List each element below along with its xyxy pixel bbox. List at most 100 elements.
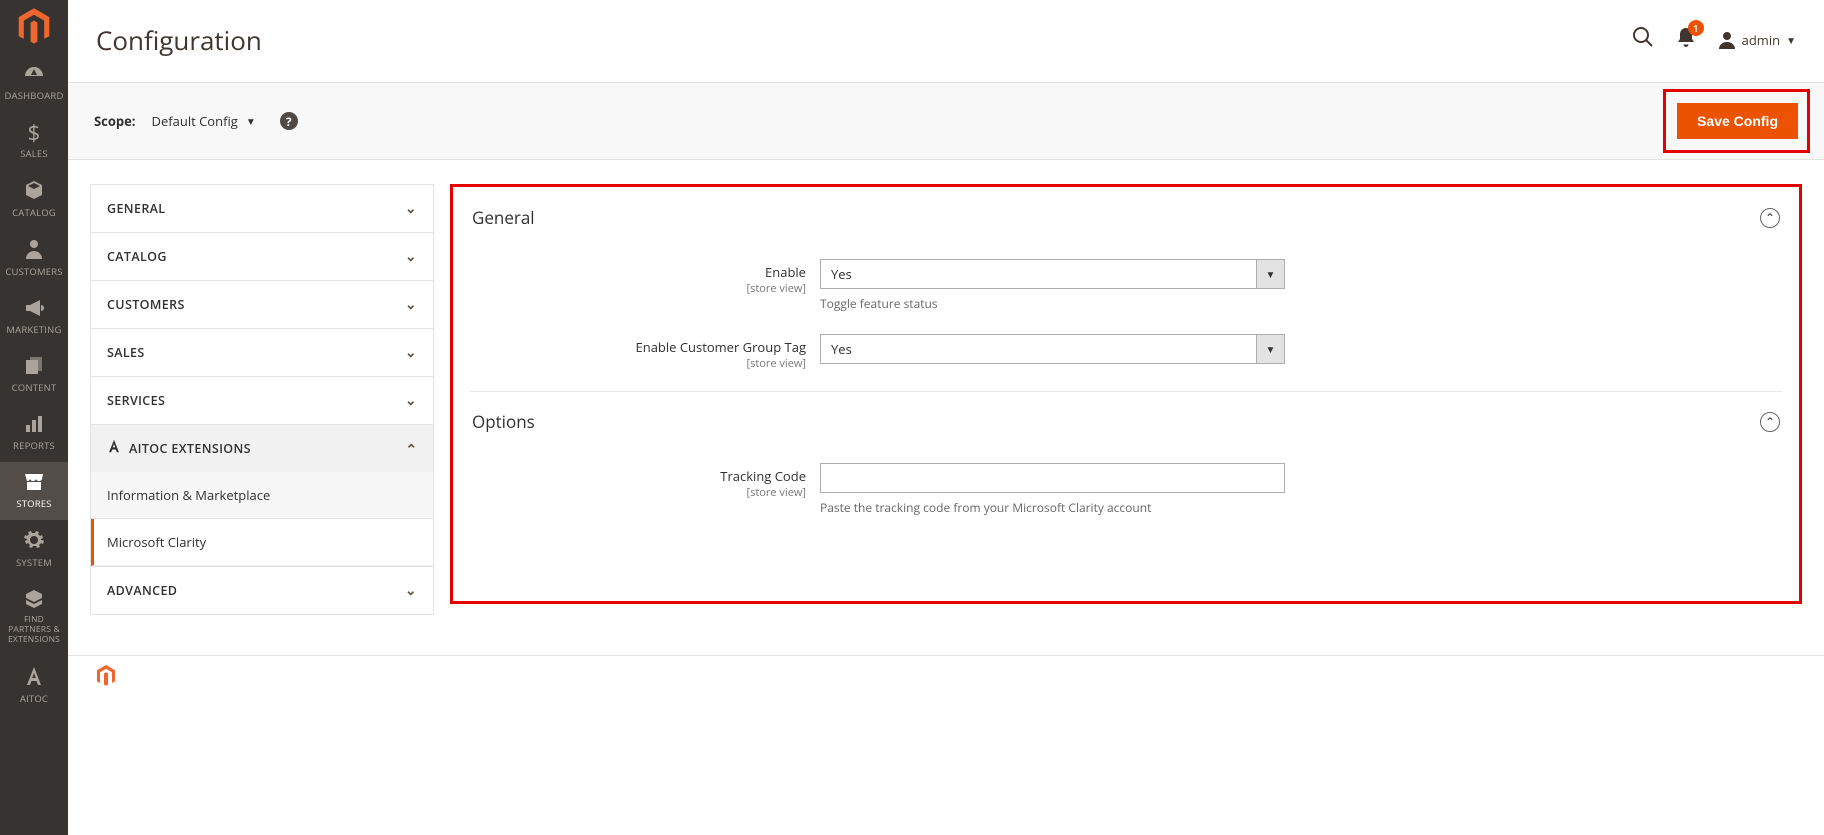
nav-label: REPORTS: [13, 439, 55, 452]
nav-label: SALES: [20, 147, 48, 160]
select-value: Yes: [831, 265, 852, 283]
chevron-down-icon: ⌄: [405, 581, 417, 600]
section-label: AITOC EXTENSIONS: [129, 440, 251, 457]
scope-label: Scope:: [94, 112, 136, 130]
nav-customers[interactable]: CUSTOMERS: [0, 229, 68, 288]
customer-group-select[interactable]: Yes ▼: [820, 334, 1285, 364]
search-icon[interactable]: [1632, 26, 1654, 54]
box-icon: [24, 180, 44, 203]
field-note: Paste the tracking code from your Micros…: [820, 499, 1285, 516]
tracking-code-input[interactable]: [820, 463, 1285, 493]
partners-icon: [24, 589, 44, 612]
nav-system[interactable]: SYSTEM: [0, 520, 68, 579]
person-icon: [25, 239, 43, 262]
field-row-enable: Enable [store view] Yes ▼ Toggle feature…: [470, 259, 1782, 312]
fieldset-title: Options: [472, 410, 535, 433]
page-header: Configuration 1 admin ▼: [68, 0, 1824, 82]
store-icon: [24, 472, 44, 494]
chevron-up-icon: ⌄: [405, 439, 417, 458]
field-note: Toggle feature status: [820, 295, 1285, 312]
nav-label: CATALOG: [12, 206, 56, 219]
nav-label: SYSTEM: [16, 556, 52, 569]
field-scope: [store view]: [470, 485, 806, 500]
caret-down-icon: ▼: [1786, 33, 1796, 47]
notifications-icon[interactable]: 1: [1676, 26, 1696, 54]
scope-value: Default Config: [152, 112, 238, 130]
enable-select[interactable]: Yes ▼: [820, 259, 1285, 289]
select-value: Yes: [831, 340, 852, 358]
section-label: GENERAL: [107, 200, 165, 217]
field-label: Enable: [765, 263, 806, 281]
tab-general[interactable]: GENERAL ⌄: [91, 185, 433, 233]
field-scope: [store view]: [470, 356, 806, 371]
chevron-down-icon: ⌄: [405, 247, 417, 266]
collapse-up-icon: ⌃: [1760, 208, 1780, 228]
nav-dashboard[interactable]: DASHBOARD: [0, 54, 68, 112]
section-label: SERVICES: [107, 392, 165, 409]
field-row-customer-group: Enable Customer Group Tag [store view] Y…: [470, 334, 1782, 371]
nav-sales[interactable]: $ SALES: [0, 112, 68, 170]
config-panel: General ⌃ Enable [store view] Yes ▼: [450, 184, 1802, 604]
field-label: Enable Customer Group Tag: [636, 338, 807, 356]
nav-catalog[interactable]: CATALOG: [0, 170, 68, 229]
field-label: Tracking Code: [720, 467, 806, 485]
header-actions: 1 admin ▼: [1632, 26, 1796, 54]
nav-label: STORES: [16, 497, 51, 510]
user-name: admin: [1742, 31, 1780, 49]
magento-logo-icon: [17, 8, 51, 46]
page-title: Configuration: [96, 22, 262, 58]
fieldset-options-header[interactable]: Options ⌃: [470, 398, 1782, 445]
page-footer: [68, 655, 1824, 696]
nav-content[interactable]: CONTENT: [0, 346, 68, 404]
section-label: ADVANCED: [107, 582, 177, 599]
dollar-icon: $: [28, 122, 41, 144]
caret-down-icon: ▼: [246, 114, 256, 128]
fieldset-general-header[interactable]: General ⌃: [470, 194, 1782, 241]
subtab-information-marketplace[interactable]: Information & Marketplace: [91, 472, 433, 519]
tab-aitoc-extensions[interactable]: AITOC EXTENSIONS ⌄ Information & Marketp…: [91, 425, 433, 567]
tab-advanced[interactable]: ADVANCED ⌄: [91, 567, 433, 614]
nav-stores[interactable]: STORES: [0, 462, 68, 520]
chevron-down-icon: ⌄: [405, 343, 417, 362]
dropdown-toggle-icon: ▼: [1256, 260, 1284, 288]
notification-badge: 1: [1688, 20, 1704, 36]
save-config-button[interactable]: Save Config: [1677, 103, 1798, 139]
nav-label: FIND PARTNERS & EXTENSIONS: [2, 615, 66, 646]
help-tooltip-icon[interactable]: ?: [280, 112, 298, 130]
chevron-down-icon: ⌄: [405, 199, 417, 218]
nav-label: CUSTOMERS: [5, 265, 62, 278]
magento-logo-icon: [96, 665, 116, 687]
chevron-down-icon: ⌄: [405, 391, 417, 410]
section-label: CUSTOMERS: [107, 296, 185, 313]
nav-partners[interactable]: FIND PARTNERS & EXTENSIONS: [0, 579, 68, 656]
collapse-up-icon: ⌃: [1760, 412, 1780, 432]
user-menu[interactable]: admin ▼: [1718, 31, 1796, 49]
nav-aitoc[interactable]: AITOC: [0, 656, 68, 715]
section-label: CATALOG: [107, 248, 167, 265]
nav-label: CONTENT: [12, 381, 57, 394]
tab-services[interactable]: SERVICES ⌄: [91, 377, 433, 425]
aitoc-icon: [25, 666, 43, 689]
gear-icon: [24, 530, 44, 553]
nav-label: DASHBOARD: [4, 89, 63, 102]
section-label: SALES: [107, 344, 145, 361]
nav-label: MARKETING: [6, 323, 61, 336]
tab-sales[interactable]: SALES ⌄: [91, 329, 433, 377]
tab-catalog[interactable]: CATALOG ⌄: [91, 233, 433, 281]
megaphone-icon: [24, 298, 44, 320]
pages-icon: [25, 356, 43, 378]
nav-label: AITOC: [20, 692, 48, 705]
dropdown-toggle-icon: ▼: [1256, 335, 1284, 363]
nav-marketing[interactable]: MARKETING: [0, 288, 68, 346]
bars-icon: [25, 414, 43, 436]
tab-customers[interactable]: CUSTOMERS ⌄: [91, 281, 433, 329]
gauge-icon: [23, 64, 45, 86]
subtab-microsoft-clarity[interactable]: Microsoft Clarity: [91, 519, 433, 566]
scope-bar: Scope: Default Config ▼ ? Save Config: [68, 82, 1824, 160]
aitoc-mini-icon: [107, 439, 121, 458]
field-scope: [store view]: [470, 281, 806, 296]
magento-logo[interactable]: [0, 0, 68, 54]
chevron-down-icon: ⌄: [405, 295, 417, 314]
scope-selector[interactable]: Default Config ▼: [152, 112, 256, 130]
nav-reports[interactable]: REPORTS: [0, 404, 68, 462]
